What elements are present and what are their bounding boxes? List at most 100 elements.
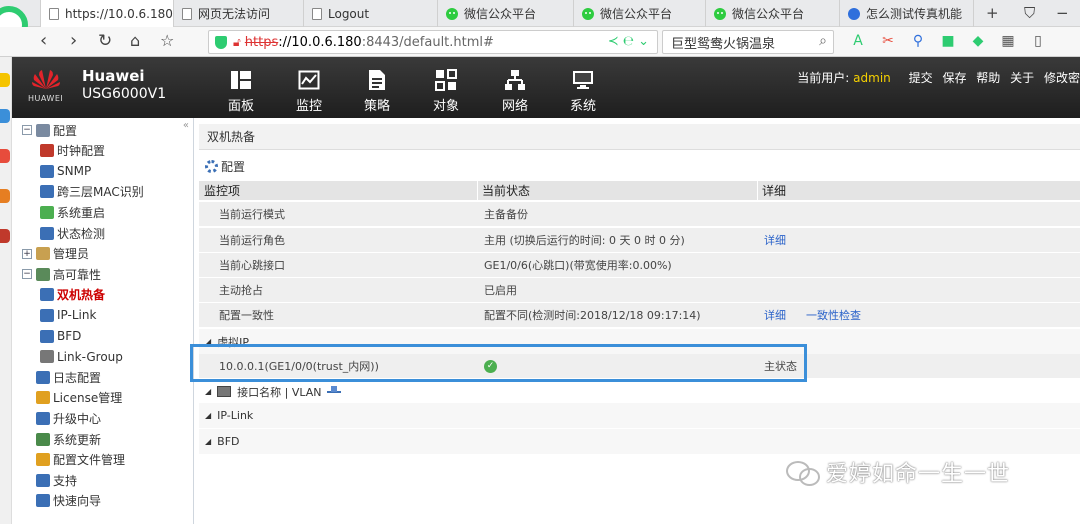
search-icon[interactable]: ⌕ [819, 33, 827, 49]
sidebar-item[interactable]: 升级中心 [22, 408, 101, 428]
app-icon[interactable] [0, 229, 10, 243]
browser-tab[interactable]: 怎么测试传真机能 [840, 0, 974, 27]
app-header: HUAWEI Huawei USG6000V1 面板 监控 策略 对象 网络 系… [12, 57, 1080, 118]
sidebar-item[interactable]: − 配置 [22, 120, 77, 140]
table-row: 当前运行模式 主备备份 [199, 202, 1080, 227]
app-icon[interactable] [0, 73, 10, 87]
address-bar[interactable]: 🔓︎ https://10.0.6.180:8443/default.html#… [208, 30, 658, 54]
sidebar-item-label: 配置文件管理 [53, 453, 126, 468]
share-icon[interactable]: ≺ ℮ ⌄ [608, 34, 649, 49]
game-icon[interactable]: ■ [938, 32, 958, 50]
section-bfd[interactable]: ◢ BFD [199, 429, 1080, 454]
home-icon[interactable]: ⌂ [130, 31, 140, 51]
sidebar-item[interactable]: IP-Link [40, 305, 96, 325]
column-header: 当前状态 [482, 184, 531, 198]
tree-expander-icon[interactable]: + [22, 248, 32, 259]
browser-tab[interactable]: 微信公众平台 [706, 0, 840, 27]
submit-link[interactable]: 提交 [909, 71, 933, 85]
tree-expander-icon[interactable]: − [22, 125, 32, 135]
forward-icon[interactable]: › [70, 31, 77, 51]
section-ip-link[interactable]: ◢ IP-Link [199, 403, 1080, 428]
sidebar-item-label: 系统更新 [53, 432, 102, 447]
vlan-icon [326, 385, 342, 398]
menu-network[interactable]: 网络 [490, 69, 540, 114]
detail-link[interactable]: 详细 [764, 303, 786, 327]
object-icon [435, 69, 457, 91]
menu-object[interactable]: 对象 [421, 69, 471, 114]
interface-icon [217, 386, 232, 397]
url-scheme: https [244, 34, 279, 50]
app-icon[interactable] [0, 149, 10, 163]
star-icon[interactable]: ☆ [160, 31, 174, 51]
menu-monitor[interactable]: 监控 [284, 69, 334, 114]
check-circle-icon: ✓ [484, 359, 497, 373]
sidebar-item[interactable]: 时钟配置 [40, 141, 105, 161]
reload-icon[interactable]: ↻ [98, 31, 112, 51]
tree-expander-icon[interactable]: − [22, 269, 32, 280]
table-row: 主动抢占 已启用 [199, 278, 1080, 303]
sidebar-item[interactable]: + 管理员 [22, 244, 89, 264]
collapse-triangle-icon: ◢ [205, 411, 212, 420]
sidebar-item-label: 高可靠性 [53, 267, 102, 282]
collapse-icon[interactable]: « [183, 120, 189, 131]
app-icon[interactable] [0, 189, 10, 203]
scissors-icon[interactable]: ✂ [878, 32, 898, 50]
browser-tab[interactable]: 微信公众平台 [438, 0, 574, 27]
sidebar-item[interactable]: SNMP [40, 161, 91, 181]
browser-tab-bar: https://10.0.6.180 ✕ 网页无法访问 Logout 微信公众平… [0, 0, 1080, 28]
tree-node-icon [40, 226, 54, 240]
doc-icon [182, 7, 192, 20]
sidebar-item[interactable]: − 高可靠性 [22, 264, 101, 284]
sidebar-item[interactable]: 支持 [22, 470, 77, 490]
wechat-icon [582, 7, 594, 20]
sidebar-item-label: 支持 [53, 473, 78, 488]
section-interface[interactable]: ◢ 接口名称 | VLAN [199, 379, 1080, 404]
huawei-logo-icon [30, 67, 62, 91]
sidebar-item[interactable]: 双机热备 [40, 285, 105, 305]
sidebar-item[interactable]: 跨三层MAC识别 [40, 182, 144, 202]
security-icon[interactable]: ◆ [968, 32, 988, 50]
sidebar-item[interactable]: 配置文件管理 [22, 450, 125, 470]
menu-system[interactable]: 系统 [558, 69, 608, 114]
sidebar-item-label: SNMP [57, 164, 92, 179]
shirt-icon[interactable]: ⛉ [1024, 4, 1035, 22]
sidebar-item[interactable]: 快速向导 [22, 491, 101, 511]
tree-node-icon [36, 411, 50, 425]
grid-icon[interactable]: ▦ [998, 32, 1018, 50]
url-host: ://10.0.6.180 [278, 34, 362, 50]
sidebar-item[interactable]: 系统更新 [22, 429, 101, 449]
side-app-strip [0, 57, 12, 524]
browser-tab[interactable]: Logout [304, 0, 438, 27]
app-icon[interactable] [0, 109, 10, 123]
save-link[interactable]: 保存 [942, 71, 966, 85]
sidebar-item[interactable]: Link-Group [40, 347, 123, 367]
menu-policy[interactable]: 策略 [352, 69, 402, 114]
tree-node-icon [40, 205, 54, 219]
browser-tab[interactable]: 网页无法访问 [174, 0, 304, 27]
translate-icon[interactable]: A [848, 32, 868, 50]
sidebar-item-label: License管理 [53, 391, 123, 406]
search-input[interactable]: 巨型鸳鸯火锅温泉 ⌕ [662, 30, 834, 54]
back-icon[interactable]: ‹ [40, 31, 47, 51]
find-icon[interactable]: ⚲ [908, 32, 928, 50]
sidebar-item[interactable]: License管理 [22, 388, 122, 408]
config-button[interactable]: 配置 [205, 158, 245, 175]
browser-tab[interactable]: 微信公众平台 [574, 0, 706, 27]
menu-dashboard[interactable]: 面板 [216, 69, 266, 114]
sidebar-item[interactable]: BFD [40, 326, 81, 346]
detail-link[interactable]: 详细 [764, 228, 786, 252]
sidebar-item[interactable]: 系统重启 [40, 202, 105, 222]
sidebar-item[interactable]: 状态检测 [40, 223, 105, 243]
minimize-icon[interactable]: − [1056, 4, 1069, 22]
column-header: 详细 [762, 184, 787, 198]
help-link[interactable]: 帮助 [976, 71, 1000, 85]
change-password-link[interactable]: 修改密 [1044, 71, 1080, 85]
about-link[interactable]: 关于 [1010, 71, 1034, 85]
browser-tab[interactable]: https://10.0.6.180 ✕ [40, 0, 174, 28]
phone-icon[interactable]: ▯ [1028, 32, 1048, 50]
tree-node-icon [40, 164, 54, 178]
consistency-check-link[interactable]: 一致性检查 [806, 303, 861, 327]
new-tab-icon[interactable]: + [986, 4, 999, 22]
section-virtual-ip[interactable]: ◢ 虚拟IP [199, 329, 1080, 354]
sidebar-item[interactable]: 日志配置 [22, 367, 101, 387]
